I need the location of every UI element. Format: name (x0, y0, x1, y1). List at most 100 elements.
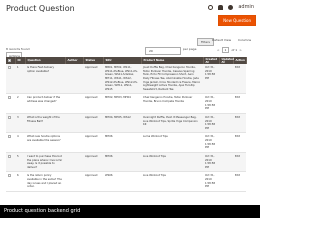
row-checkbox[interactable] (8, 96, 11, 100)
cell-action[interactable]: Edit (233, 152, 246, 173)
column-header[interactable]: Question (25, 57, 66, 64)
cell-updated (219, 113, 233, 134)
cell-updated (219, 132, 233, 153)
column-header[interactable]: Author (65, 57, 84, 64)
row-checkbox[interactable] (8, 66, 11, 69)
question-grid: ID Question Author Status SKU Product Name Cre… (6, 57, 247, 192)
cell-question: Is there Fast delivery option available? (25, 64, 65, 95)
cell-action[interactable]: Edit (233, 93, 246, 114)
cell-id: 6 (15, 171, 25, 192)
cell-question: What new hoodie options are available th… (25, 132, 65, 153)
cell-action[interactable]: Edit (233, 113, 246, 134)
page-input[interactable]: 1 (221, 47, 230, 53)
default-view-dropdown[interactable]: Default View (212, 38, 231, 42)
cell-product: Live Workout Tips (141, 152, 203, 173)
table-row[interactable]: 6 Is the return policy available in the s… (6, 171, 246, 192)
row-select-cell[interactable] (6, 64, 15, 95)
user-icon[interactable] (228, 4, 234, 10)
page-title: Product Question (6, 4, 75, 13)
cell-status: Approved (83, 171, 103, 192)
cell-question: What is the weight of the Fitness Ball? (25, 113, 65, 134)
column-header[interactable]: Status (83, 57, 104, 64)
cell-sku: WS06 (103, 171, 141, 192)
cell-action[interactable]: Edit (233, 171, 246, 192)
cell-updated (219, 152, 233, 173)
cell-author (65, 152, 83, 173)
column-header[interactable]: Updated At (219, 57, 234, 64)
row-select-cell[interactable] (6, 152, 15, 173)
cell-action[interactable]: Edit (233, 132, 246, 153)
cell-created: Oct 31, 2019 1:58:58 PM (203, 171, 219, 192)
column-header[interactable]: Product Name (141, 57, 204, 64)
column-header[interactable]: ID (15, 57, 26, 64)
cell-status: Approved (83, 93, 103, 114)
column-header[interactable]: Created At (203, 57, 220, 64)
table-row[interactable]: 4 What new hoodie options are available t… (6, 132, 246, 153)
pager: < 1 of 1 > (217, 47, 242, 53)
cell-id: 1 (15, 64, 25, 95)
cell-product: Overnight Duffle, Push It Messenger Bag,… (141, 113, 203, 134)
column-header[interactable]: SKU (103, 57, 142, 64)
row-checkbox[interactable] (8, 154, 11, 158)
table-row[interactable]: 3 What is the weight of the Fitness Ball?… (6, 113, 246, 134)
cell-id: 4 (15, 132, 25, 153)
records-found: 8 records found (6, 47, 30, 51)
cell-question: Can product deliver if the address was c… (25, 93, 65, 114)
cell-author (65, 171, 83, 192)
cell-created: Oct 31, 2019 1:58:58 PM (203, 64, 219, 95)
new-question-button[interactable]: New Question (218, 15, 256, 26)
row-checkbox[interactable] (8, 174, 11, 178)
cell-updated (219, 64, 233, 95)
grid-body: 1 Is there Fast delivery option available… (6, 64, 246, 192)
cell-status: Approved (83, 132, 103, 153)
table-row[interactable]: 2 Can product deliver if the address was … (6, 93, 246, 114)
cell-product: Chaz Kangeroo Hoodie, Teton Pullover Hoo… (141, 93, 203, 114)
cell-status: Approved (83, 113, 103, 134)
cell-created: Oct 31, 2019 1:58:58 PM (203, 132, 219, 153)
cell-product: Joust Duffle Bag, Chaz Kangeroo Hoodie, … (141, 64, 203, 95)
cell-author (65, 113, 83, 134)
table-row[interactable]: 1 Is there Fast delivery option available… (6, 64, 246, 95)
page-total: of 1 (231, 48, 238, 52)
cell-product: Live Workout Tips (141, 171, 203, 192)
row-select-cell[interactable] (6, 113, 15, 134)
row-select-cell[interactable] (6, 93, 15, 114)
cell-question: I want to purchase this but the place wh… (25, 152, 65, 173)
cell-updated (219, 171, 233, 192)
cell-created: Oct 31, 2019 1:58:58 PM (203, 152, 219, 173)
cell-sku: MH06 (103, 152, 141, 173)
cell-action[interactable]: Edit (233, 64, 246, 95)
user-name[interactable]: admin (238, 4, 254, 10)
cell-created: Oct 31, 2019 1:58:58 PM (203, 93, 219, 114)
column-header[interactable]: Action (233, 57, 247, 64)
cell-sku: MH02, MH03, MH04 (103, 93, 141, 114)
columns-dropdown[interactable]: Columns (238, 38, 251, 42)
row-select-cell[interactable] (6, 132, 15, 153)
cell-sku: MH06 (103, 132, 141, 153)
per-page-select[interactable]: 20 (145, 47, 181, 55)
prev-page-button[interactable]: < (217, 48, 220, 52)
cell-product: Luma Workout Tips (141, 132, 203, 153)
cell-sku: MH04, MH05, WS12 (103, 113, 141, 134)
cell-sku: MB01, MH02, WS11, WS11-XS-Blue, WS11-XS-… (103, 64, 141, 95)
cell-updated (219, 93, 233, 114)
notifications-icon[interactable] (218, 4, 224, 10)
table-row[interactable]: 5I want to purchase this but the place w… (6, 152, 246, 173)
grid-header-row: ID Question Author Status SKU Product Name Cre… (6, 57, 247, 64)
row-checkbox[interactable] (8, 135, 11, 139)
row-select-cell[interactable] (6, 171, 15, 192)
page-header: Product Question admin New Question (0, 0, 260, 30)
caption: Product question backend grid (0, 205, 260, 218)
cell-id: 5 (15, 152, 25, 173)
select-all-header[interactable] (6, 57, 16, 64)
row-checkbox[interactable] (8, 115, 11, 119)
cell-status: Approved (83, 152, 103, 173)
cell-id: 3 (15, 113, 25, 134)
cell-id: 2 (15, 93, 25, 114)
select-all-checkbox[interactable] (8, 58, 11, 62)
next-page-button[interactable]: > (239, 48, 242, 52)
cell-status: Approved (83, 64, 103, 95)
grid-toolbar: Filters Default View Columns 8 records f… (0, 34, 260, 60)
search-icon[interactable] (208, 4, 214, 10)
cell-author (65, 132, 83, 153)
